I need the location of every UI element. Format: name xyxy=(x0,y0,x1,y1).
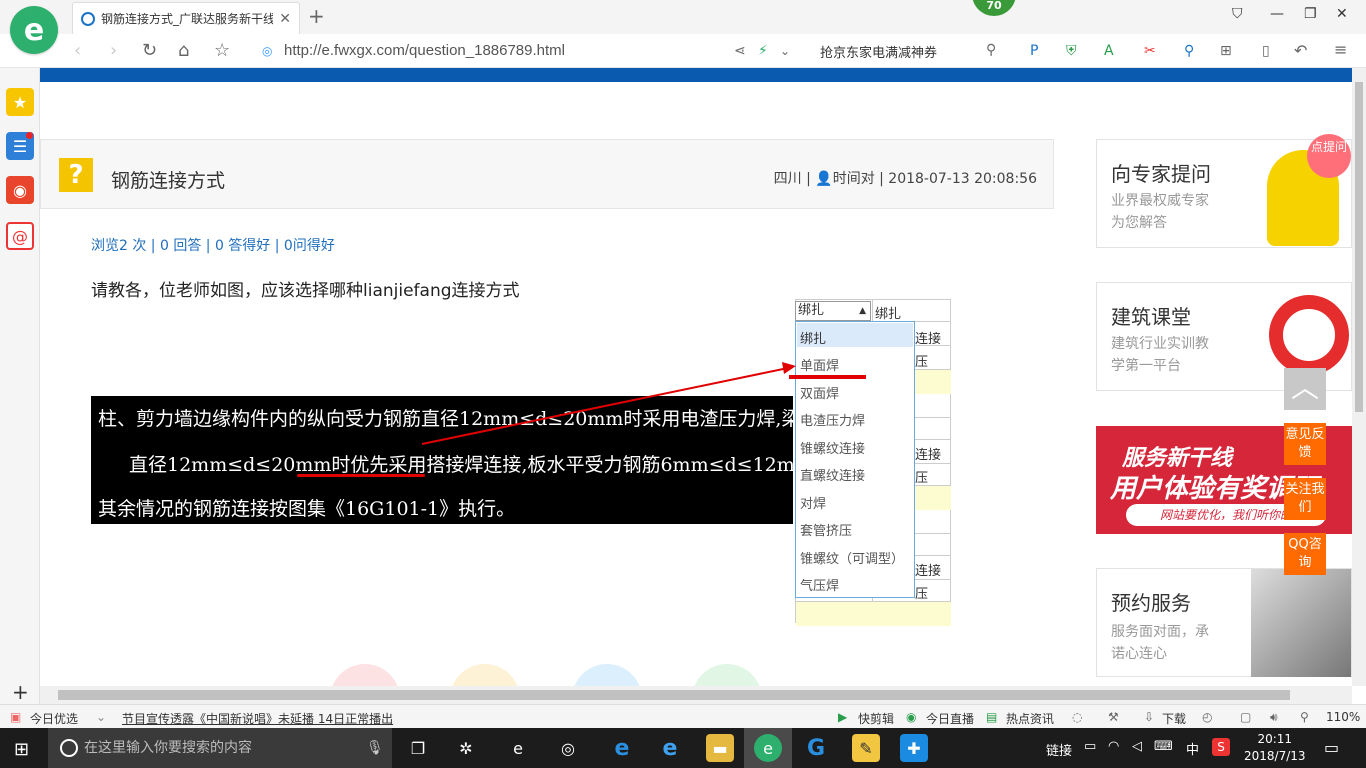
speed-test-icon[interactable]: ◌ xyxy=(1072,710,1082,724)
course-logo-icon xyxy=(1269,295,1349,375)
battery-icon[interactable]: ▭ xyxy=(1084,739,1096,754)
windows-taskbar: ⊞ 在这里输入你要搜索的内容 🎙︎ ❐ ✲ e ◎ e e ▬ e G ✎ ✚ … xyxy=(0,728,1366,768)
app-g-icon[interactable]: G xyxy=(802,734,830,762)
microphone-icon[interactable]: 🎙︎ xyxy=(366,728,384,768)
ime-indicator[interactable]: 中 xyxy=(1186,739,1199,758)
app-pinwheel-icon[interactable]: ✲ xyxy=(452,734,480,762)
qq-consult-button[interactable]: QQ咨询 xyxy=(1284,533,1326,575)
download-link[interactable]: 下载 xyxy=(1162,710,1186,727)
back-to-top-button[interactable]: ︿ xyxy=(1284,368,1326,410)
task-view-icon[interactable]: ❐ xyxy=(404,734,432,762)
app-swirl-icon[interactable]: ◎ xyxy=(554,734,582,762)
feedback-button[interactable]: 意见反馈 xyxy=(1284,423,1326,465)
tray-links[interactable]: 链接 xyxy=(1046,740,1072,759)
card-subtitle: 诺心连心 xyxy=(1111,646,1167,662)
window-icon[interactable]: ▢ xyxy=(1240,710,1251,724)
browser-logo-icon[interactable]: e xyxy=(10,6,58,54)
windows-start-icon[interactable]: ⊞ xyxy=(14,739,29,760)
tools-icon[interactable]: ⚒ xyxy=(1108,710,1119,724)
action-center-icon[interactable]: ▭ xyxy=(1324,738,1339,757)
notes-icon[interactable]: ✎ xyxy=(852,734,880,762)
edge-icon[interactable]: e xyxy=(608,734,636,762)
handshake-image xyxy=(1251,569,1351,677)
status-bar: ▣ 今日优选 ⌄ 节目宣传透露《中国新说唱》未延播 14日正常播出 ▶ 快剪辑 … xyxy=(0,704,1366,728)
vertical-scrollbar[interactable] xyxy=(1352,68,1366,686)
today-live[interactable]: 今日直播 xyxy=(926,710,974,727)
horizontal-scrollbar[interactable] xyxy=(40,686,1352,704)
ask-expert-card[interactable]: 向专家提问 业界最权威专家 为您解答 点提问 xyxy=(1096,134,1352,248)
chevron-icon: ⌄ xyxy=(96,710,107,724)
card-title: 向专家提问 xyxy=(1111,162,1211,186)
follow-button[interactable]: 关注我们 xyxy=(1284,478,1326,520)
today-picks[interactable]: 今日优选 xyxy=(30,710,78,727)
ie-icon[interactable]: e xyxy=(504,734,532,762)
zoom-level[interactable]: 110% xyxy=(1326,710,1360,724)
card-subtitle: 为您解答 xyxy=(1111,215,1167,231)
appointment-card[interactable]: 预约服务 服务面对面，承 诺心连心 xyxy=(1096,568,1352,677)
card-subtitle: 业界最权威专家 xyxy=(1111,193,1209,209)
card-subtitle: 建筑行业实训教 xyxy=(1111,336,1209,352)
card-subtitle: 学第一平台 xyxy=(1111,358,1181,374)
sogou-ime-icon[interactable]: S xyxy=(1212,738,1230,756)
news-ticker[interactable]: 节目宣传透露《中国新说唱》未延播 14日正常播出 xyxy=(122,710,393,727)
sound-icon[interactable]: 🔊︎ xyxy=(1270,710,1278,725)
app-plus-icon[interactable]: ✚ xyxy=(900,734,928,762)
card-title: 建筑课堂 xyxy=(1111,305,1191,329)
cortana-icon xyxy=(60,739,78,757)
wifi-icon[interactable]: ◠ xyxy=(1108,739,1119,754)
clock-date: 2018/7/13 xyxy=(1244,749,1306,763)
taskbar-search[interactable]: 在这里输入你要搜索的内容 🎙︎ xyxy=(48,728,392,768)
ask-bubble[interactable]: 点提问 xyxy=(1307,134,1351,178)
news-icon: ▤ xyxy=(986,710,998,724)
download-icon: ⇩ xyxy=(1144,710,1155,724)
clock[interactable]: 20:11 2018/7/13 xyxy=(1244,731,1306,765)
gift-icon: ▣ xyxy=(10,710,22,724)
history-icon[interactable]: ◴ xyxy=(1202,710,1212,724)
zoom-icon[interactable]: ⚲ xyxy=(1300,710,1309,724)
volume-icon[interactable]: ◁ xyxy=(1132,739,1142,754)
clip-icon: ▶ xyxy=(838,710,848,724)
clock-time: 20:11 xyxy=(1257,732,1293,746)
browser-app-icon[interactable]: e xyxy=(754,734,782,762)
keyboard-icon[interactable]: ⌨ xyxy=(1154,739,1173,754)
file-explorer-icon[interactable]: ▬ xyxy=(706,734,734,762)
live-icon: ◉ xyxy=(906,710,917,724)
card-title: 预约服务 xyxy=(1111,591,1191,615)
card-subtitle: 服务面对面，承 xyxy=(1111,624,1209,640)
hot-news[interactable]: 热点资讯 xyxy=(1006,710,1054,727)
search-placeholder: 在这里输入你要搜索的内容 xyxy=(84,740,252,756)
ie-browser-icon[interactable]: e xyxy=(656,734,684,762)
quick-clip[interactable]: 快剪辑 xyxy=(858,710,894,727)
